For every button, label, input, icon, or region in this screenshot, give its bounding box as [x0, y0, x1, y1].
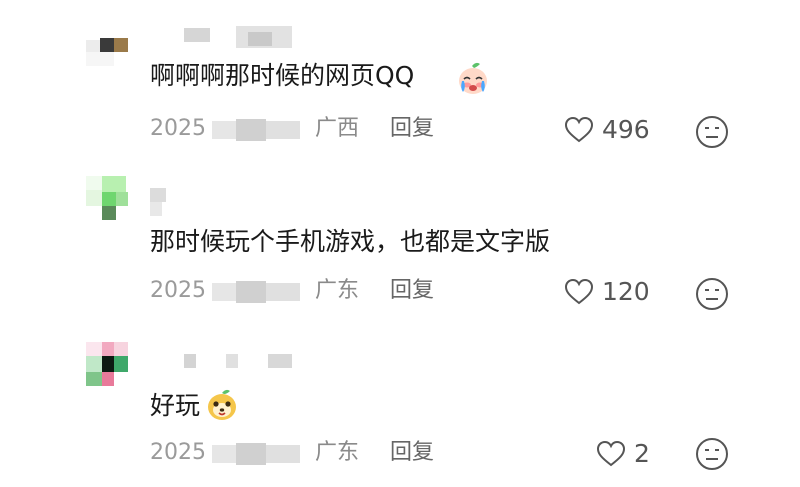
like-count: 496	[602, 115, 650, 144]
like-count: 120	[602, 277, 650, 306]
dislike-face-icon[interactable]	[694, 114, 730, 150]
comment-date-year: 2025	[150, 440, 206, 465]
username-blurred[interactable]	[150, 188, 190, 218]
comment-text-content: 那时候玩个手机游戏，也都是文字版	[150, 227, 551, 256]
reply-button[interactable]: 回复	[390, 276, 434, 306]
comment-text-content: 啊啊啊那时候的网页QQ	[150, 61, 415, 90]
heart-icon	[564, 116, 594, 143]
like-button[interactable]: 496	[564, 113, 664, 147]
smiling-mango-emoji-icon	[208, 389, 236, 420]
avatar[interactable]	[86, 176, 138, 222]
comment-text-content: 好玩	[150, 391, 201, 420]
reply-button[interactable]: 回复	[390, 114, 434, 144]
username-blurred[interactable]	[184, 352, 296, 372]
comment-region: 广西	[315, 116, 360, 141]
comment-date-year: 2025	[150, 116, 206, 141]
date-blurred	[212, 443, 302, 465]
comment-region: 广东	[315, 278, 360, 303]
comment-date-year: 2025	[150, 278, 206, 303]
avatar[interactable]	[86, 30, 138, 76]
heart-icon	[596, 440, 626, 467]
like-button[interactable]: 2	[596, 437, 666, 471]
dislike-face-icon[interactable]	[694, 436, 730, 472]
username-blurred[interactable]	[184, 26, 294, 52]
like-button[interactable]: 120	[564, 275, 664, 309]
comment-region: 广东	[315, 440, 360, 465]
date-blurred	[212, 281, 302, 303]
avatar[interactable]	[86, 342, 138, 388]
date-blurred	[212, 119, 302, 141]
reply-button[interactable]: 回复	[390, 438, 434, 468]
heart-icon	[564, 278, 594, 305]
crying-peach-emoji-icon	[459, 62, 487, 94]
comment-text: 那时候玩个手机游戏，也都是文字版	[150, 226, 550, 258]
comment-text: 啊啊啊那时候的网页QQ	[150, 60, 414, 92]
like-count: 2	[634, 439, 650, 468]
dislike-face-icon[interactable]	[694, 276, 730, 312]
comment-text: 好玩	[150, 390, 200, 422]
